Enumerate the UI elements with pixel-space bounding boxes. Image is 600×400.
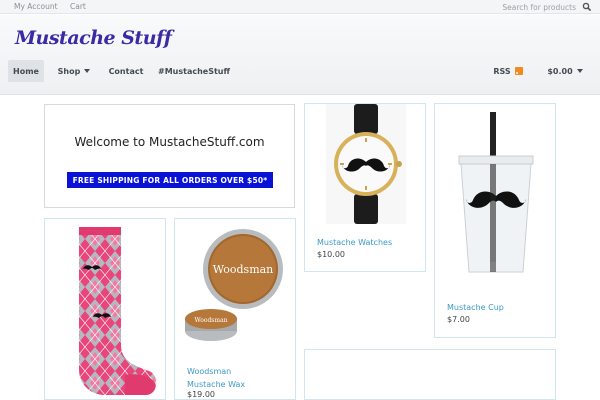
nav-shop-label: Shop [57, 66, 81, 76]
nav-rss-label: RSS [493, 66, 511, 76]
chevron-down-icon [84, 69, 91, 73]
mustache-socks-image[interactable] [65, 227, 160, 399]
product-card-wax[interactable]: Woodsman Woodsman Woodsman Mustache Wax … [174, 218, 296, 400]
product-name[interactable]: Mustache Cup [447, 301, 504, 314]
welcome-card: Welcome to MustacheStuff.com FREE SHIPPI… [44, 104, 295, 208]
product-card-watches[interactable]: Mustache Watches $10.00 [304, 103, 426, 272]
product-card-socks[interactable] [44, 218, 166, 400]
nav-contact[interactable]: Contact [106, 60, 146, 82]
rss-icon [514, 67, 523, 75]
search-input[interactable] [492, 1, 578, 13]
nav-rss[interactable]: RSS [490, 60, 526, 82]
search-box [492, 1, 592, 13]
site-header: Mustache Stuff Home Shop Contact #Mustac… [0, 15, 600, 95]
mustache-cup-image[interactable] [449, 110, 543, 280]
svg-text:Woodsman: Woodsman [213, 263, 274, 276]
product-card-partial[interactable] [304, 349, 556, 400]
welcome-title: Welcome to MustacheStuff.com [74, 135, 265, 149]
mustache-watch-image[interactable] [326, 104, 406, 224]
svg-text:Woodsman: Woodsman [194, 317, 227, 324]
product-price: $19.00 [187, 390, 215, 399]
search-icon[interactable] [582, 2, 592, 12]
product-card-cup[interactable]: Mustache Cup $7.00 [434, 103, 556, 338]
nav-home-label: Home [13, 66, 39, 76]
product-price: $7.00 [447, 315, 470, 324]
top-utility-bar: My Account Cart [0, 0, 600, 14]
nav-shop[interactable]: Shop [52, 60, 96, 82]
nav-home[interactable]: Home [8, 60, 44, 82]
nav-contact-label: Contact [108, 66, 144, 76]
product-name[interactable]: Mustache Watches [317, 236, 392, 249]
nav-hashtag-label: #MustacheStuff [158, 66, 230, 76]
product-name-line1: Woodsman [187, 367, 232, 376]
site-logo[interactable]: Mustache Stuff [15, 27, 172, 49]
free-shipping-banner[interactable]: FREE SHIPPING FOR ALL ORDERS OVER $50* [67, 172, 273, 188]
woodsman-wax-image[interactable]: Woodsman Woodsman [181, 223, 291, 359]
cart-total-label: $0.00 [547, 66, 573, 76]
cart-link[interactable]: Cart [70, 2, 86, 11]
product-price: $10.00 [317, 250, 345, 259]
chevron-down-icon [576, 69, 583, 73]
my-account-link[interactable]: My Account [14, 2, 58, 11]
nav-hashtag[interactable]: #MustacheStuff [158, 60, 230, 82]
product-name[interactable]: Woodsman Mustache Wax [187, 365, 245, 391]
nav-cart-total[interactable]: $0.00 [540, 60, 590, 82]
